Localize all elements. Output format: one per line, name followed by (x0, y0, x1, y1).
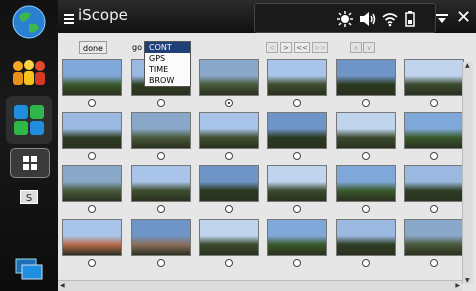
photo-thumbnail[interactable] (199, 112, 259, 149)
photo-thumbnail[interactable] (62, 112, 122, 149)
windows-icon[interactable] (6, 250, 52, 288)
next-button[interactable]: > (280, 42, 292, 53)
grid-icon[interactable] (10, 148, 50, 178)
app-title: iScope (78, 6, 128, 24)
photo-select-radio[interactable] (157, 99, 165, 107)
photo-select-radio[interactable] (430, 259, 438, 267)
status-bar: iScope ✕ (58, 0, 476, 33)
photo-select-radio[interactable] (293, 259, 301, 267)
minimize-icon[interactable] (436, 10, 448, 29)
photo-select-radio[interactable] (362, 205, 370, 213)
photo-select-radio[interactable] (293, 205, 301, 213)
people-icon[interactable] (6, 50, 52, 96)
prev-button[interactable]: < (266, 42, 278, 53)
photo-thumbnail[interactable] (62, 165, 122, 202)
down-button[interactable]: ∨ (363, 42, 375, 53)
done-button[interactable]: done (79, 41, 107, 54)
photo-thumbnail[interactable] (404, 219, 464, 256)
thumbnail-grid (58, 57, 464, 280)
horizontal-scrollbar[interactable]: ◀ ▶ (58, 280, 462, 291)
photo-thumbnail[interactable] (131, 112, 191, 149)
photo-thumbnail[interactable] (267, 59, 327, 96)
menu-icon[interactable] (64, 9, 74, 28)
iscope-window: done go CONT GPS TIME BROW < > << >> ∧ ∨… (58, 33, 476, 291)
photo-thumbnail[interactable] (404, 112, 464, 149)
photo-select-radio[interactable] (362, 152, 370, 160)
scroll-left-icon[interactable]: ◀ (60, 282, 65, 289)
photo-thumbnail[interactable] (131, 165, 191, 202)
dropdown-option[interactable]: TIME (145, 64, 190, 75)
photo-select-radio[interactable] (225, 99, 233, 107)
system-tray (254, 3, 436, 33)
dropdown-option[interactable]: BROW (145, 75, 190, 86)
photo-select-radio[interactable] (430, 205, 438, 213)
photo-select-radio[interactable] (157, 259, 165, 267)
battery-icon[interactable] (405, 11, 415, 31)
brightness-icon[interactable] (337, 11, 353, 31)
photo-thumbnail[interactable] (336, 112, 396, 149)
toolbar: done go CONT GPS TIME BROW < > << >> ∧ ∨ (58, 33, 476, 87)
first-button[interactable]: << (294, 42, 310, 53)
photo-select-radio[interactable] (430, 152, 438, 160)
up-button[interactable]: ∧ (350, 42, 362, 53)
mode-dropdown[interactable]: CONT GPS TIME BROW (144, 41, 191, 87)
dropdown-option[interactable]: CONT (145, 42, 190, 53)
photo-thumbnail[interactable] (404, 165, 464, 202)
photo-select-radio[interactable] (88, 152, 96, 160)
go-button[interactable]: go (129, 41, 145, 54)
last-button[interactable]: >> (312, 42, 328, 53)
photo-select-radio[interactable] (430, 99, 438, 107)
photo-thumbnail[interactable] (199, 165, 259, 202)
photo-thumbnail[interactable] (131, 219, 191, 256)
photo-thumbnail[interactable] (62, 59, 122, 96)
svg-text:S: S (26, 193, 32, 204)
photo-select-radio[interactable] (157, 205, 165, 213)
photo-thumbnail[interactable] (62, 219, 122, 256)
scroll-up-icon[interactable]: ▲ (465, 62, 470, 69)
photo-thumbnail[interactable] (336, 59, 396, 96)
photo-select-radio[interactable] (157, 152, 165, 160)
photo-select-radio[interactable] (225, 259, 233, 267)
close-icon[interactable]: ✕ (456, 7, 471, 28)
s-icon[interactable]: S (6, 186, 52, 208)
globe-icon[interactable] (6, 2, 52, 42)
photo-thumbnail[interactable] (267, 165, 327, 202)
photo-thumbnail[interactable] (336, 165, 396, 202)
photo-select-radio[interactable] (293, 152, 301, 160)
photo-thumbnail[interactable] (267, 112, 327, 149)
photo-select-radio[interactable] (362, 99, 370, 107)
photo-select-radio[interactable] (88, 259, 96, 267)
volume-icon[interactable] (359, 11, 377, 31)
vertical-scrollbar[interactable]: ▲ ▼ (462, 62, 473, 284)
apps-icon[interactable] (6, 96, 52, 144)
photo-select-radio[interactable] (88, 205, 96, 213)
photo-select-radio[interactable] (293, 99, 301, 107)
photo-thumbnail[interactable] (336, 219, 396, 256)
photo-thumbnail[interactable] (404, 59, 464, 96)
scroll-down-icon[interactable]: ▼ (465, 277, 470, 284)
photo-select-radio[interactable] (88, 99, 96, 107)
dropdown-option[interactable]: GPS (145, 53, 190, 64)
launcher-sidebar: S (0, 0, 58, 291)
scroll-right-icon[interactable]: ▶ (455, 282, 460, 289)
wifi-icon[interactable] (382, 11, 398, 31)
photo-thumbnail[interactable] (199, 219, 259, 256)
photo-thumbnail[interactable] (267, 219, 327, 256)
photo-select-radio[interactable] (362, 259, 370, 267)
photo-thumbnail[interactable] (199, 59, 259, 96)
photo-select-radio[interactable] (225, 152, 233, 160)
photo-select-radio[interactable] (225, 205, 233, 213)
